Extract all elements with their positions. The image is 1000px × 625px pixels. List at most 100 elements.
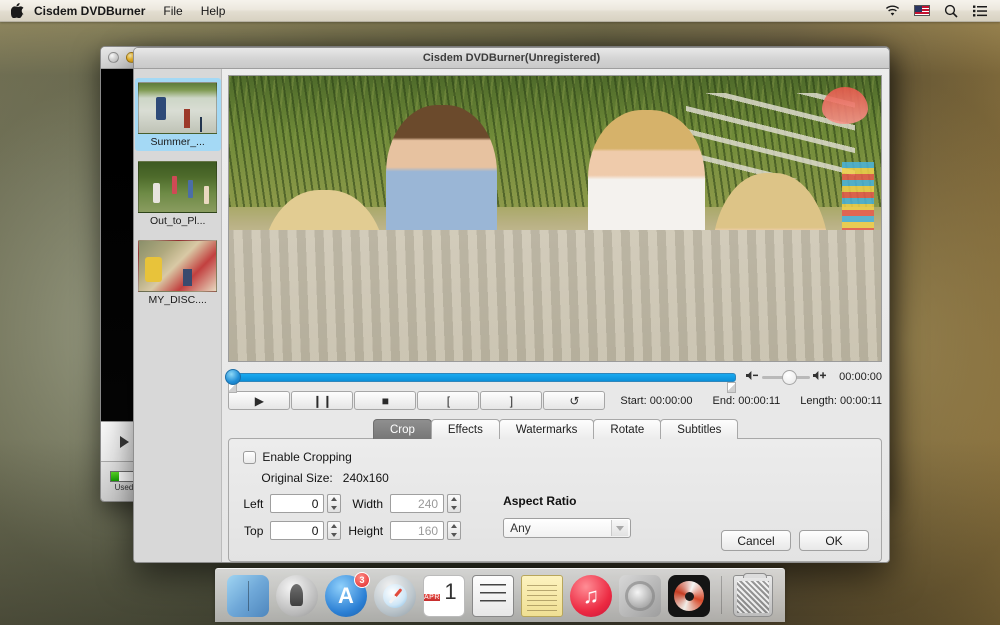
height-stepper[interactable] (447, 521, 461, 540)
dialog-actions: Cancel OK (721, 530, 869, 551)
thumbnail-rail[interactable]: Summer_... Out_to_Pl... MY_DISC.... (134, 69, 222, 562)
seek-slider[interactable] (228, 371, 736, 383)
enable-cropping-row[interactable]: Enable Cropping (243, 450, 867, 464)
person-girl-right (712, 173, 829, 355)
width-input[interactable] (390, 494, 444, 513)
enable-cropping-label: Enable Cropping (262, 450, 351, 464)
thumbnail-image (138, 82, 217, 134)
crop-panel: Enable Cropping Original Size: 240x160 L… (228, 438, 882, 562)
edit-video-dialog[interactable]: Cisdem DVDBurner(Unregistered) Summer_..… (133, 47, 890, 563)
beach-toy (822, 87, 868, 124)
thumbnail-image (138, 240, 217, 292)
person-father (386, 105, 497, 253)
start-time-label: Start: 00:00:00 (620, 395, 692, 407)
ok-button[interactable]: OK (799, 530, 869, 551)
stop-button[interactable]: ■ (354, 391, 416, 410)
dock-item-safari[interactable] (374, 575, 416, 617)
time-readouts: Start: 00:00:00 End: 00:00:11 Length: 00… (620, 395, 882, 407)
menu-app-name[interactable]: Cisdem DVDBurner (26, 0, 154, 22)
aspect-ratio-select[interactable]: Any (503, 518, 631, 538)
video-frame-image: wasefat (229, 76, 881, 361)
left-stepper[interactable] (327, 494, 341, 513)
dialog-main-column: wasefat (222, 69, 889, 562)
dock: A 3 APR 1 ♫ (215, 568, 785, 622)
dock-item-launchpad[interactable] (276, 575, 318, 617)
original-size-label: Original Size: (261, 471, 332, 485)
tab-watermarks[interactable]: Watermarks (499, 419, 595, 439)
thumbnail-item-2[interactable]: Out_to_Pl... (135, 157, 221, 230)
notification-list-icon[interactable] (971, 3, 988, 19)
top-input[interactable] (270, 521, 324, 540)
dock-item-notes[interactable] (521, 575, 563, 617)
thumbnail-item-1[interactable]: Summer_... (135, 78, 221, 151)
set-start-button[interactable]: [ (417, 391, 479, 410)
app-store-glyph: A (338, 583, 354, 609)
reset-button[interactable]: ↺ (543, 391, 605, 410)
original-size-row: Original Size: 240x160 (261, 471, 867, 485)
thumbnail-image (138, 161, 217, 213)
height-input[interactable] (390, 521, 444, 540)
tab-effects[interactable]: Effects (431, 419, 500, 439)
menu-item-help[interactable]: Help (192, 0, 235, 22)
height-label: Height (348, 524, 383, 538)
dock-item-dvdburner[interactable] (668, 575, 710, 617)
thumbnail-item-3[interactable]: MY_DISC.... (135, 236, 221, 309)
chevron-down-icon[interactable] (611, 520, 628, 536)
close-button[interactable] (108, 52, 119, 63)
menu-item-file[interactable]: File (154, 0, 191, 22)
volume-down-icon[interactable] (746, 368, 759, 386)
top-field-wrap[interactable] (270, 521, 341, 540)
width-stepper[interactable] (447, 494, 461, 513)
volume-control[interactable]: 00:00:00 (746, 368, 882, 386)
top-stepper[interactable] (327, 521, 341, 540)
app-store-badge: 3 (354, 572, 370, 588)
enable-cropping-checkbox[interactable] (243, 451, 256, 464)
seek-knob[interactable] (225, 369, 241, 385)
aspect-ratio-label: Aspect Ratio (503, 494, 631, 508)
dock-item-calendar[interactable]: APR 1 (423, 575, 465, 617)
play-button[interactable]: ▶ (228, 391, 290, 410)
video-preview[interactable]: wasefat (228, 75, 882, 362)
dialog-titlebar: Cisdem DVDBurner(Unregistered) (134, 48, 889, 69)
dock-item-trash[interactable] (733, 575, 773, 617)
tea-cup (444, 276, 477, 296)
left-input[interactable] (270, 494, 324, 513)
width-field-wrap[interactable] (390, 494, 461, 513)
pause-button[interactable]: ❙❙ (291, 391, 353, 410)
tab-rotate[interactable]: Rotate (593, 419, 661, 439)
seek-track[interactable] (228, 373, 736, 382)
dock-separator (721, 576, 722, 614)
crop-field-grid: Left Width Top (243, 494, 461, 540)
wifi-icon[interactable] (884, 3, 901, 19)
cancel-button[interactable]: Cancel (721, 530, 791, 551)
coffee-press (516, 250, 542, 276)
dock-item-system-preferences[interactable] (619, 575, 661, 617)
calendar-month: APR (424, 594, 440, 601)
tab-subtitles[interactable]: Subtitles (660, 419, 738, 439)
serving-bowl (686, 281, 758, 307)
set-end-button[interactable]: ] (480, 391, 542, 410)
tab-crop[interactable]: Crop (373, 419, 432, 439)
search-icon[interactable] (942, 3, 959, 19)
us-flag-icon[interactable] (913, 3, 930, 19)
dock-item-app-store[interactable]: A 3 (325, 575, 367, 617)
left-field-wrap[interactable] (270, 494, 341, 513)
height-field-wrap[interactable] (390, 521, 461, 540)
transport-controls: ▶ ❙❙ ■ [ ] ↺ Start: 00:00:00 End: 00:00:… (228, 391, 882, 410)
aspect-ratio-value: Any (510, 521, 531, 535)
end-marker[interactable] (727, 382, 736, 393)
volume-slider[interactable] (762, 376, 810, 379)
itunes-glyph: ♫ (583, 583, 600, 609)
volume-up-icon[interactable] (813, 368, 828, 386)
editor-tab-strip[interactable]: Crop Effects Watermarks Rotate Subtitles (228, 419, 882, 439)
apple-logo-icon[interactable] (8, 3, 26, 18)
dialog-title: Cisdem DVDBurner(Unregistered) (134, 48, 889, 69)
dock-item-reminders[interactable] (472, 575, 514, 617)
dock-item-itunes[interactable]: ♫ (570, 575, 612, 617)
bowl-of-grapes (477, 264, 536, 290)
menu-status-items (884, 3, 992, 19)
dock-item-finder[interactable] (227, 575, 269, 617)
person-girl-left (262, 190, 386, 355)
volume-knob[interactable] (782, 370, 797, 385)
thumbnail-label: MY_DISC.... (138, 294, 218, 306)
